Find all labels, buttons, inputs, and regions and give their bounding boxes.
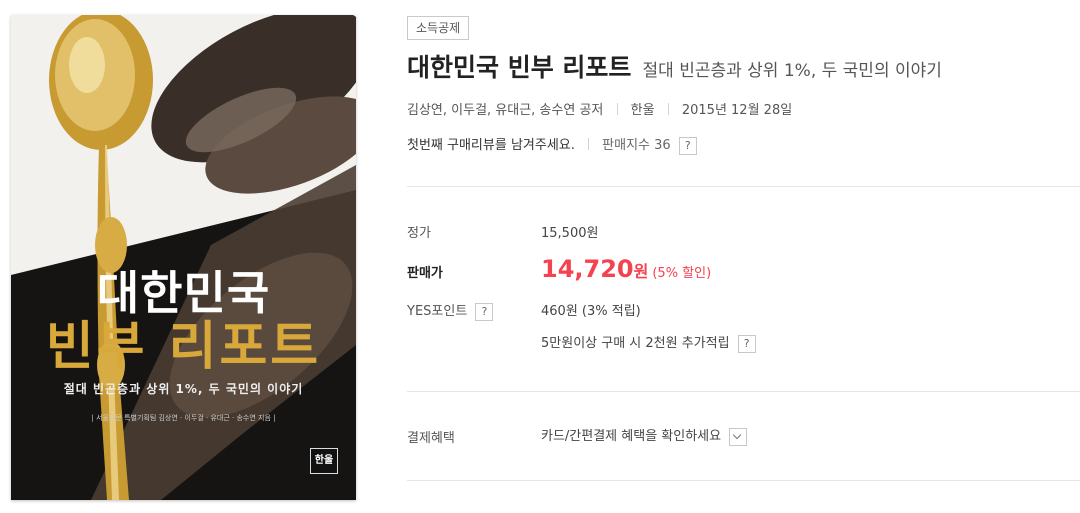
review-link[interactable]: 첫번째 구매리뷰를 남겨주세요. — [407, 138, 575, 153]
sales-index: 판매지수 36 — [602, 138, 671, 153]
discount-rate: (5% 할인) — [652, 266, 712, 281]
cover-artwork — [11, 15, 356, 500]
sale-price-value: 14,720 — [541, 255, 634, 283]
cover-title-line2: 빈부 리포트 — [45, 317, 322, 377]
section-divider — [407, 186, 1080, 187]
sale-price-label: 판매가 — [407, 266, 443, 281]
book-meta: 김상연, 이두걸, 유대근, 송수연 공저 한울 2015년 12월 28일 — [407, 99, 792, 118]
sale-price-unit: 원 — [633, 262, 649, 281]
help-icon[interactable]: ? — [678, 136, 697, 155]
divider — [616, 103, 618, 115]
divider — [667, 103, 669, 115]
review-row: 첫번째 구매리뷰를 남겨주세요. 판매지수 36 ? — [407, 134, 697, 155]
section-divider — [407, 391, 1080, 392]
tax-deduction-badge: 소득공제 — [407, 16, 470, 40]
chevron-down-icon[interactable] — [729, 427, 748, 446]
points-label-group: YES포인트 ? — [407, 300, 494, 321]
publication-date: 2015년 12월 28일 — [681, 103, 793, 118]
authors-link[interactable]: 김상연, 이두걸, 유대근, 송수연 공저 — [407, 103, 603, 118]
cover-subtitle: 절대 빈곤층과 상위 1%, 두 국민의 이야기 — [63, 382, 304, 396]
list-price-value: 15,500원 — [541, 226, 599, 241]
cover-credits: | 서울신문 특별기획팀 김상연 · 이두걸 · 유대근 · 송수연 지음 | — [91, 414, 276, 422]
divider — [588, 138, 590, 150]
book-title: 대한민국 빈부 리포트 — [407, 53, 632, 82]
book-cover-image[interactable]: 대한민국 빈부 리포트 절대 빈곤층과 상위 1%, 두 국민의 이야기 | 서… — [11, 15, 356, 500]
points-extra-help-icon[interactable]: ? — [737, 334, 756, 353]
title-row: 대한민국 빈부 리포트 절대 빈곤층과 상위 1%, 두 국민의 이야기 — [407, 48, 942, 84]
cover-title-line1: 대한민국 — [96, 266, 271, 320]
publisher-link[interactable]: 한울 — [631, 103, 655, 118]
points-help-icon[interactable]: ? — [475, 302, 494, 321]
points-value: 460원 (3% 적립) — [541, 304, 641, 319]
points-extra-group: 5만원이상 구매 시 2천원 추가적립 ? — [541, 332, 756, 353]
section-divider — [407, 480, 1080, 481]
payment-benefit-label: 결제혜택 — [407, 431, 455, 446]
sale-price: 14,720원 (5% 할인) — [541, 255, 711, 283]
book-subtitle: 절대 빈곤층과 상위 1%, 두 국민의 이야기 — [642, 61, 942, 81]
payment-benefit-group: 카드/간편결제 혜택을 확인하세요 — [541, 425, 748, 446]
product-info: 소득공제 대한민국 빈부 리포트 절대 빈곤층과 상위 1%, 두 국민의 이야… — [407, 0, 1080, 513]
payment-benefit-text: 카드/간편결제 혜택을 확인하세요 — [541, 429, 722, 444]
points-label: YES포인트 — [407, 304, 468, 319]
points-extra: 5만원이상 구매 시 2천원 추가적립 — [541, 336, 730, 351]
list-price-label: 정가 — [407, 226, 431, 241]
publisher-logo: 한울 — [310, 448, 338, 474]
